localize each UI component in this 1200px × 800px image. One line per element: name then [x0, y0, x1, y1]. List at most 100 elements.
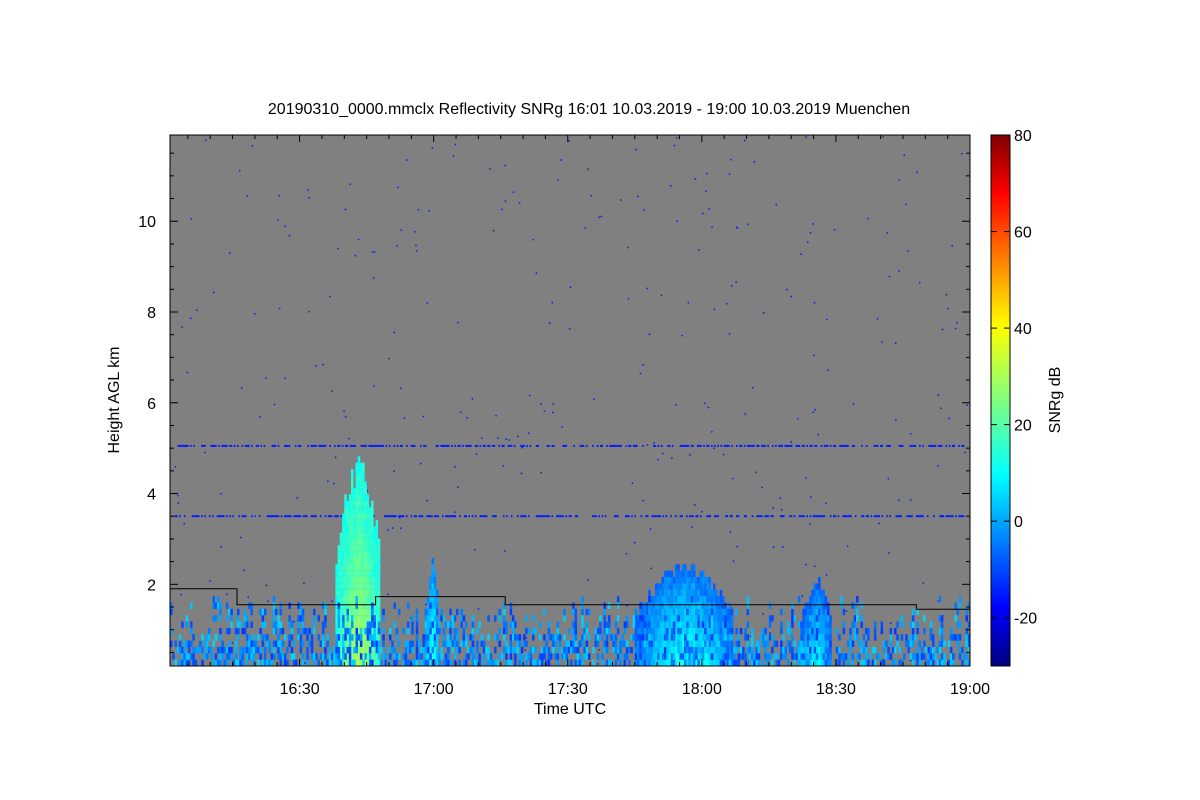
cloud-layer-pixel — [679, 589, 682, 597]
noise-pixel — [700, 511, 703, 513]
boundary-layer-echoes-pixel — [373, 621, 376, 628]
noise-line-pixel — [820, 515, 823, 518]
cloud-layer-pixel — [719, 615, 723, 622]
cloud-layer-pixel — [659, 653, 662, 660]
noise-line-pixel — [312, 515, 314, 518]
cloud-layer-pixel — [730, 615, 734, 622]
cloud-layer-pixel — [668, 570, 671, 578]
noise-pixel — [457, 486, 459, 488]
noise-pixel — [744, 139, 746, 142]
cloud-layer-pixel — [690, 589, 694, 597]
noise-line-pixel — [728, 444, 730, 447]
boundary-layer-echoes-pixel — [263, 659, 267, 666]
noise-line-pixel — [556, 515, 558, 518]
boundary-layer-echoes-pixel — [641, 646, 644, 654]
noise-pixel — [886, 232, 888, 234]
boundary-layer-echoes-pixel — [494, 615, 497, 622]
noise-line-pixel — [679, 515, 682, 518]
boundary-layer-echoes-pixel — [838, 653, 841, 660]
noise-pixel — [186, 371, 189, 374]
cloud-layer-pixel — [688, 621, 691, 628]
noise-pixel — [600, 215, 603, 218]
boundary-layer-echoes-pixel — [237, 634, 240, 641]
cloud-layer-pixel — [679, 602, 682, 609]
noise-line-pixel — [445, 515, 447, 518]
boundary-layer-echoes-pixel — [911, 615, 915, 622]
boundary-layer-echoes-pixel — [574, 634, 577, 641]
noise-line-pixel — [293, 515, 295, 518]
noise-line-pixel — [901, 444, 904, 447]
boundary-layer-echoes-pixel — [952, 634, 955, 641]
boundary-layer-echoes-pixel — [545, 640, 548, 647]
cloud-layer-pixel — [659, 583, 662, 590]
boundary-layer-echoes-pixel — [462, 627, 466, 635]
noise-line-pixel — [208, 515, 211, 518]
noise-line-pixel — [876, 515, 879, 518]
boundary-layer-echoes-pixel — [275, 627, 278, 635]
convective-cell-pixel — [337, 627, 341, 635]
boundary-layer-echoes-pixel — [684, 653, 687, 660]
noise-line-pixel — [182, 444, 184, 447]
boundary-layer-echoes-pixel — [462, 640, 466, 647]
cloud-layer-pixel — [670, 602, 674, 609]
boundary-layer-echoes-pixel — [916, 646, 919, 654]
boundary-layer-echoes-pixel — [420, 659, 423, 666]
boundary-layer-echoes-pixel — [751, 659, 754, 666]
convective-cell-pixel — [353, 577, 356, 584]
noise-pixel — [520, 472, 523, 475]
boundary-layer-echoes-pixel — [415, 634, 419, 641]
cloud-layer-pixel — [719, 634, 723, 641]
boundary-layer-echoes-pixel — [561, 653, 564, 660]
boundary-layer-echoes-pixel — [391, 646, 394, 654]
cloud-layer-pixel — [675, 608, 678, 616]
cloud-layer-pixel — [692, 621, 696, 628]
boundary-layer-echoes-pixel — [949, 653, 953, 660]
boundary-layer-echoes-pixel — [666, 621, 669, 628]
convective-cell-pixel — [351, 653, 354, 660]
shower-pixel — [822, 608, 825, 616]
convective-cell-pixel — [368, 558, 372, 565]
boundary-layer-echoes-pixel — [259, 608, 262, 616]
cloud-layer-pixel — [710, 640, 714, 647]
noise-pixel — [625, 445, 627, 447]
cloud-layer-pixel — [699, 589, 703, 597]
boundary-layer-echoes-pixel — [534, 646, 537, 654]
convective-cell-pixel — [371, 507, 374, 514]
convective-cell-pixel — [348, 500, 352, 508]
noise-line-pixel — [582, 444, 585, 447]
boundary-layer-echoes-pixel — [574, 646, 577, 654]
cloud-layer-pixel — [677, 621, 680, 628]
boundary-layer-echoes-pixel — [228, 646, 231, 654]
boundary-layer-echoes-pixel — [603, 615, 606, 622]
convective-cell-pixel — [344, 507, 347, 514]
boundary-layer-echoes-pixel — [663, 627, 667, 635]
boundary-layer-echoes-pixel — [330, 653, 334, 660]
convective-cell-pixel — [355, 532, 358, 539]
convective-cell-pixel — [348, 608, 352, 616]
cloud-layer-pixel — [663, 659, 667, 666]
shower-pixel — [822, 589, 825, 597]
convective-cell-pixel — [357, 519, 361, 527]
noise-pixel — [425, 603, 427, 606]
boundary-layer-echoes-pixel — [478, 621, 481, 628]
noise-line-pixel — [183, 444, 186, 447]
cloud-layer-pixel — [688, 608, 691, 616]
cloud-layer-pixel — [706, 577, 709, 584]
noise-line-pixel — [823, 515, 826, 518]
noise-line-pixel — [865, 515, 868, 518]
cloud-layer-pixel — [637, 615, 640, 622]
noise-pixel — [937, 464, 939, 467]
boundary-layer-echoes-pixel — [646, 615, 649, 622]
convective-cell-pixel — [335, 570, 338, 578]
boundary-layer-echoes-pixel — [692, 659, 696, 666]
noise-line-pixel — [187, 444, 189, 447]
boundary-layer-echoes-pixel — [449, 608, 452, 616]
boundary-layer-echoes-pixel — [543, 608, 546, 616]
shower-pixel — [822, 640, 825, 647]
shower-pixel — [431, 564, 434, 571]
noise-line-pixel — [277, 444, 280, 447]
boundary-layer-echoes-pixel — [827, 659, 830, 666]
noise-pixel — [475, 453, 478, 455]
boundary-layer-echoes-pixel — [299, 640, 303, 647]
boundary-layer-echoes-pixel — [578, 640, 582, 647]
